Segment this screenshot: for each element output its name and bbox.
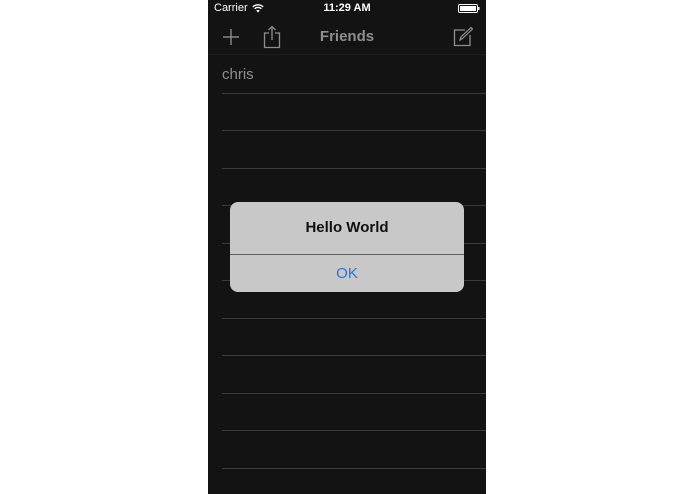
list-item[interactable]: chris bbox=[222, 56, 486, 94]
alert-dialog: Hello World OK bbox=[230, 202, 464, 292]
list-item[interactable] bbox=[222, 319, 486, 356]
list-item[interactable] bbox=[222, 394, 486, 431]
status-bar: Carrier 11:29 AM bbox=[208, 0, 486, 18]
alert-title: Hello World bbox=[305, 219, 389, 236]
nav-title: Friends bbox=[319, 28, 375, 45]
list-item[interactable] bbox=[222, 169, 486, 206]
list-item[interactable] bbox=[222, 469, 486, 494]
list-item[interactable] bbox=[222, 131, 486, 169]
navigation-bar: Friends bbox=[208, 20, 486, 55]
phone-screen: Carrier 11:29 AM Friends chris Hello Wor… bbox=[208, 0, 486, 494]
status-time: 11:29 AM bbox=[323, 2, 371, 14]
list-item[interactable] bbox=[222, 356, 486, 394]
list-item[interactable] bbox=[222, 431, 486, 469]
battery-icon bbox=[458, 4, 480, 13]
alert-ok-button[interactable]: OK bbox=[230, 255, 464, 292]
compose-button[interactable] bbox=[450, 24, 476, 50]
compose-icon bbox=[453, 26, 474, 47]
list-item[interactable] bbox=[222, 94, 486, 131]
